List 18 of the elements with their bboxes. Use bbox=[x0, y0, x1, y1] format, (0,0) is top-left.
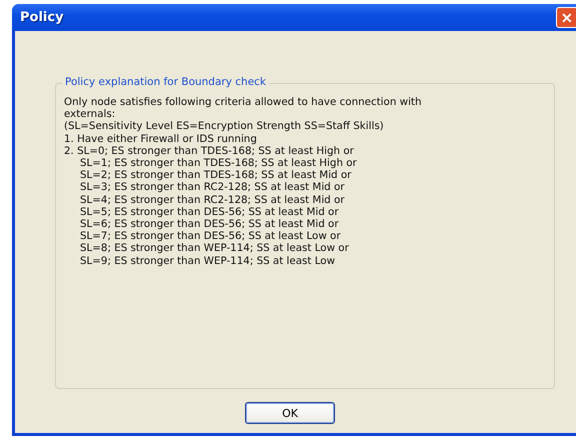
policy-text-line: SL=5; ES stronger than DES-56; SS at least Mid or bbox=[79, 206, 340, 218]
policy-text-line: SL=1; ES stronger than TDES-168; SS at least High or bbox=[79, 157, 358, 170]
close-button[interactable]: ✕ bbox=[556, 7, 576, 28]
policy-text-line: 2. SL=0; ES stronger than TDES-168; SS at least High or bbox=[64, 144, 355, 158]
policy-text-line: Only node satisfies following criteria allowed to have connection with bbox=[64, 96, 422, 108]
policy-text-line: SL=6; ES stronger than DES-56; SS at least Mid or bbox=[79, 218, 340, 230]
policy-text-line: SL=2; ES stronger than TDES-168; SS at least Mid or bbox=[79, 169, 352, 182]
ok-button[interactable]: OK bbox=[245, 402, 335, 424]
policy-text-line: (SL=Sensitivity Level ES=Encryption Strength SS=Staff Skills) bbox=[64, 120, 385, 133]
policy-text-line: SL=8; ES stronger than WEP-114; SS at least Low or bbox=[79, 242, 350, 255]
policy-text-line: SL=9; ES stronger than WEP-114; SS at least Low bbox=[79, 254, 336, 267]
policy-text-line: 1. Have either Firewall or IDS running bbox=[64, 132, 258, 145]
policy-text-line: SL=4; ES stronger than RC2-128; SS at least Mid or bbox=[79, 194, 346, 206]
policy-text-line: externals: bbox=[64, 108, 116, 120]
policy-text-line: SL=7; ES stronger than DES-56; SS at least Low or bbox=[79, 230, 342, 242]
window-title: Policy bbox=[20, 10, 64, 25]
group-title: Policy explanation for Boundary check bbox=[62, 76, 270, 88]
policy-text-line: SL=3; ES stronger than RC2-128; SS at least Mid or bbox=[79, 181, 346, 194]
